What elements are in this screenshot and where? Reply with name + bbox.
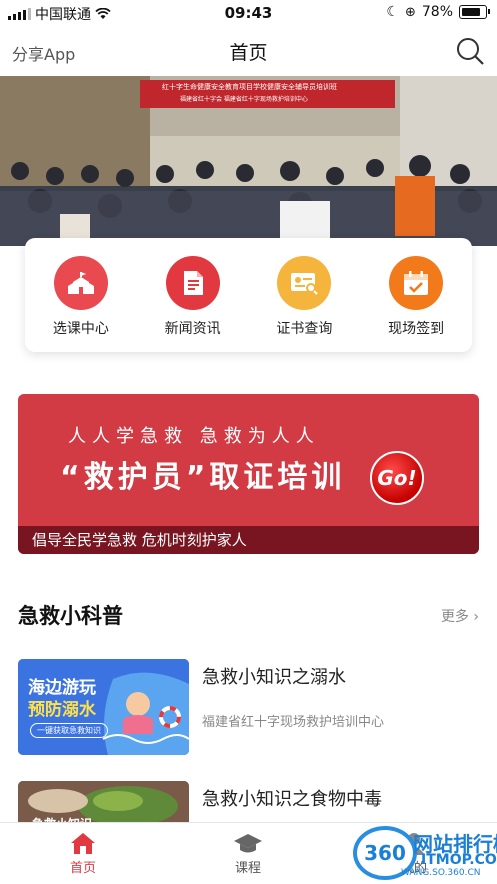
promo-slogan: 人人学急救 急救为人人 xyxy=(68,426,320,447)
watermark-logo-text: 360 xyxy=(364,841,406,865)
quick-link-label: 选课中心 xyxy=(52,321,109,337)
more-link[interactable]: 更多 › xyxy=(441,606,479,626)
page-title: 首页 xyxy=(229,42,268,64)
promo-banner[interactable]: 人人学急救 急救为人人 “救护员”取证培训 Go! 倡导全民学急救 危机时刻护家… xyxy=(18,394,479,554)
moon-icon: ☾ xyxy=(386,4,399,20)
quick-link-certificate[interactable]: 证书查询 xyxy=(254,256,354,338)
promo-footer: 倡导全民学急救 危机时刻护家人 xyxy=(18,526,479,554)
watermark-domain2: WANG.SO.360.CN xyxy=(401,868,481,878)
document-icon xyxy=(165,256,220,310)
status-right: ☾ ⊕ 78% xyxy=(386,4,490,20)
graduation-cap-icon xyxy=(234,834,262,853)
quick-link-label: 现场签到 xyxy=(388,321,445,337)
certificate-icon xyxy=(277,256,332,310)
quick-link-label: 证书查询 xyxy=(276,321,333,337)
status-bar: 中国联通 09:43 ☾ ⊕ 78% xyxy=(0,0,497,26)
battery-icon xyxy=(459,5,490,19)
promo-heading: “救护员”取证培训 xyxy=(60,460,346,495)
rotation-lock-icon: ⊕ xyxy=(404,4,416,20)
article-source: 福建省红十字现场救护培训中心 xyxy=(202,715,385,730)
quick-link-label: 新闻资讯 xyxy=(164,321,221,337)
tab-label: 首页 xyxy=(69,861,96,876)
article-item[interactable]: 海边游玩 预防溺水 一键获取急救知识 急救小知识之溺水 福建省红十字现场救护培训… xyxy=(18,659,479,755)
battery-label: 78% xyxy=(421,4,453,20)
school-icon xyxy=(53,256,108,310)
go-badge: Go! xyxy=(370,451,424,505)
banner-sign-line2: 福建省红十字会 福建省红十字现场救护培训中心 xyxy=(180,96,308,103)
calendar-check-icon xyxy=(389,256,444,310)
search-icon[interactable] xyxy=(455,36,485,66)
section-title: 急救小科普 xyxy=(18,604,123,628)
more-label: 更多 xyxy=(440,609,469,625)
banner-sign-line1: 红十字生命健康安全教育项目学校健康安全辅导员培训班 xyxy=(162,83,337,91)
article-title: 急救小知识之食物中毒 xyxy=(202,789,382,810)
tab-label: 课程 xyxy=(234,861,261,876)
quick-link-news[interactable]: 新闻资讯 xyxy=(143,256,243,338)
nav-bar: 分享App 首页 xyxy=(0,26,497,76)
watermark-domain1: ITMOP.COM xyxy=(421,852,497,868)
quick-link-course-center[interactable]: 选课中心 xyxy=(31,256,131,338)
thumb-tag: 一键获取急救知识 xyxy=(30,723,108,738)
article-title: 急救小知识之溺水 xyxy=(202,667,346,688)
tab-home[interactable]: 首页 xyxy=(43,829,123,876)
home-icon xyxy=(71,833,95,854)
chevron-right-icon: › xyxy=(473,609,479,625)
quick-link-checkin[interactable]: 现场签到 xyxy=(366,256,466,338)
tab-courses[interactable]: 课程 xyxy=(208,829,288,876)
quick-links-card: 选课中心 新闻资讯 证书查询 现场签到 xyxy=(25,238,472,352)
watermark: 360 网站排行榜 ITMOP.COM WANG.SO.360.CN xyxy=(283,826,497,880)
banner-photo[interactable]: 红十字生命健康安全教育项目学校健康安全辅导员培训班 福建省红十字会 福建省红十字… xyxy=(0,76,497,246)
thumb-line2: 预防溺水 xyxy=(28,700,96,720)
article-thumbnail: 海边游玩 预防溺水 一键获取急救知识 xyxy=(18,659,189,755)
